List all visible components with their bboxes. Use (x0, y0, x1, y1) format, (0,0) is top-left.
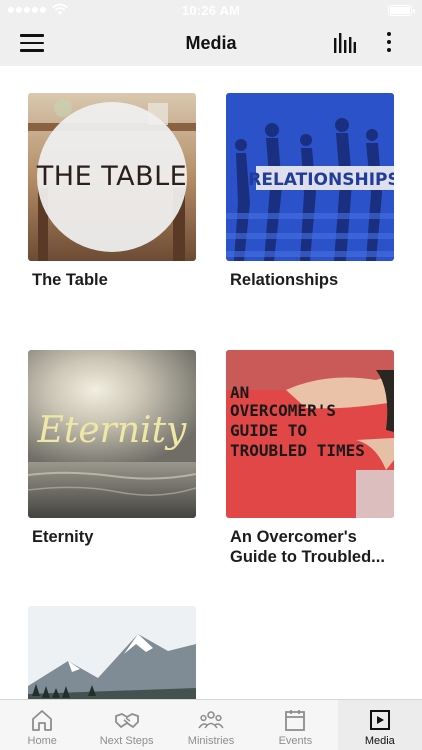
people-icon (198, 711, 224, 729)
tab-home[interactable]: Home (0, 700, 84, 750)
tab-label: Media (364, 735, 395, 747)
media-card-overcomers-guide[interactable]: AN OVERCOMER'S GUIDE TO TROUBLED TIMES A… (226, 350, 394, 567)
thumb-text: THE TABLE (36, 161, 187, 192)
media-thumbnail: RELATIONSHIPS (226, 93, 394, 261)
more-options-icon[interactable] (381, 30, 397, 56)
tab-label: Home (27, 735, 57, 747)
tab-label: Next Steps (99, 735, 154, 747)
media-thumbnail: Eternity (28, 350, 196, 518)
thumb-text-line-3: GUIDE TO (230, 421, 307, 440)
calendar-icon (285, 710, 306, 731)
page-title: Media (185, 33, 237, 53)
tab-label: Ministries (187, 735, 235, 747)
tab-events[interactable]: Events (253, 700, 337, 750)
media-thumbnail: THE TABLE (28, 93, 196, 261)
thumb-text: Eternity (37, 410, 187, 451)
media-thumbnail (28, 606, 196, 699)
battery-icon (388, 5, 415, 16)
thumb-text-line-1: AN (230, 383, 249, 402)
status-time: 10:26 AM (181, 3, 241, 18)
thumb-text-line-2: OVERCOMER'S (230, 401, 336, 420)
nav-bar: Media (0, 22, 422, 66)
media-card-relationships[interactable]: RELATIONSHIPS Relationships (226, 93, 394, 290)
audio-bars-icon[interactable] (333, 32, 357, 54)
media-title: Eternity (32, 528, 94, 546)
media-title: The Table (32, 271, 108, 289)
tab-label: Events (278, 735, 313, 747)
tab-next-steps[interactable]: Next Steps (84, 700, 168, 750)
media-card-eternity[interactable]: Eternity Eternity (28, 350, 196, 547)
tab-bar: Home Next Steps Ministries Events Media (0, 699, 422, 750)
media-thumbnail: AN OVERCOMER'S GUIDE TO TROUBLED TIMES (226, 350, 394, 518)
thumb-text-line-4: TROUBLED TIMES (230, 441, 365, 460)
status-bar: 10:26 AM (0, 0, 422, 22)
media-card-the-table[interactable]: THE TABLE The Table (28, 93, 196, 290)
home-icon (32, 710, 53, 731)
tab-ministries[interactable]: Ministries (169, 700, 253, 750)
media-title: Relationships (230, 271, 339, 289)
media-grid: THE TABLE The Table RELATIONSHIPS Relati… (0, 66, 422, 699)
tab-media[interactable]: Media (337, 700, 422, 750)
media-card-mountain[interactable] (28, 606, 196, 699)
play-icon (369, 710, 390, 730)
handshake-icon (114, 713, 139, 728)
thumb-text: RELATIONSHIPS (248, 170, 394, 190)
media-title: An Overcomer's Guide to Troubled... (230, 528, 385, 566)
